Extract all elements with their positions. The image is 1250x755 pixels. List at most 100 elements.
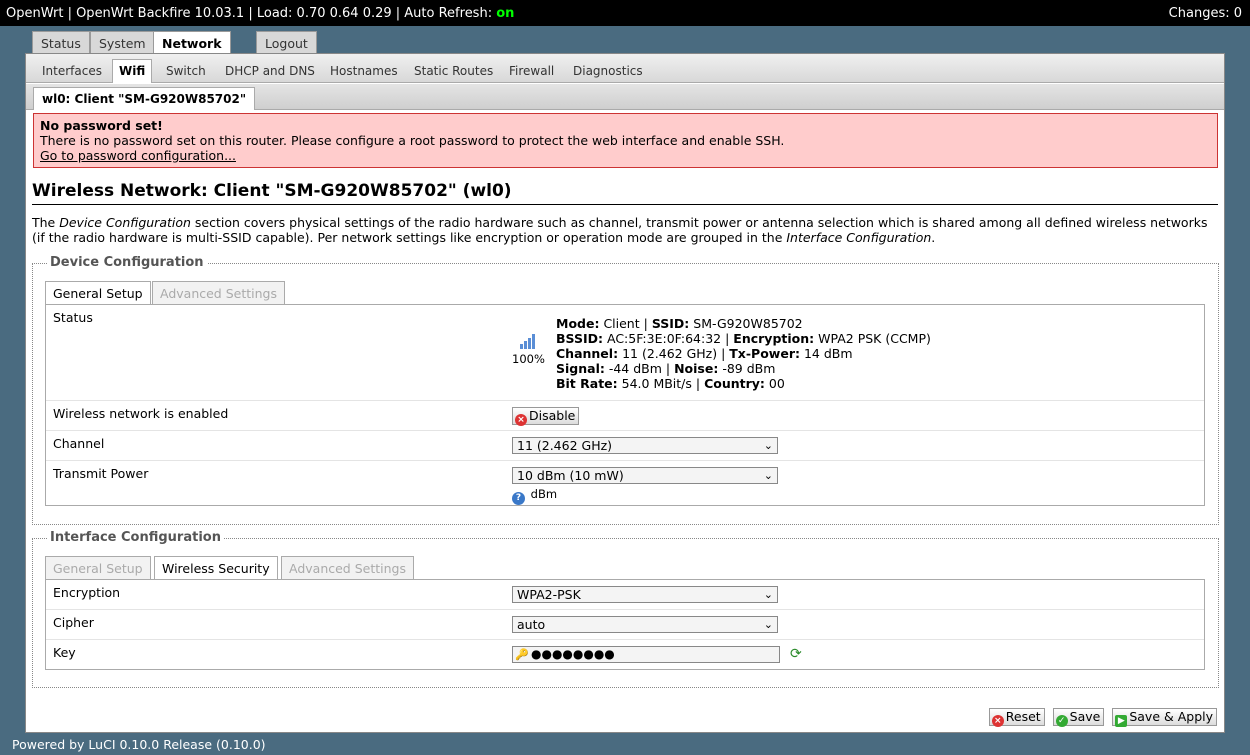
bitrate-label: Bit Rate:: [556, 376, 618, 391]
subtab-diagnostics[interactable]: Diagnostics: [567, 60, 649, 84]
txpower-label: Transmit Power: [53, 466, 149, 481]
tab-wl0[interactable]: wl0: Client "SM-G920W85702": [33, 87, 256, 110]
tab-iface-advanced[interactable]: Advanced Settings: [281, 556, 414, 579]
status-details: Mode: Client | SSID: SM-G920W85702 BSSID…: [556, 316, 931, 391]
tab-status[interactable]: Status: [32, 31, 90, 54]
txpower-status-label: Tx-Power:: [729, 346, 800, 361]
save-icon: ✓: [1055, 715, 1068, 727]
password-config-link[interactable]: Go to password configuration...: [40, 148, 1211, 163]
ssid-value: SM-G920W85702: [693, 316, 803, 331]
tab-device-general[interactable]: General Setup: [45, 281, 151, 305]
subtab-switch[interactable]: Switch: [160, 60, 212, 84]
system-info: OpenWrt | OpenWrt Backfire 10.03.1 | Loa…: [6, 6, 514, 21]
chevron-down-icon: ⌄: [763, 618, 773, 631]
desc-em-device: Device Configuration: [59, 215, 191, 230]
cipher-select[interactable]: auto ⌄: [512, 616, 778, 633]
alert-title: No password set!: [40, 118, 163, 133]
page-title: Wireless Network: Client "SM-G920W85702"…: [32, 181, 1218, 205]
ssid-label: SSID:: [651, 316, 690, 331]
top-status-bar: OpenWrt | OpenWrt Backfire 10.03.1 | Loa…: [0, 0, 1250, 26]
iface-security-panel: Encryption WPA2-PSK ⌄ Cipher auto ⌄ Key 🔑 ●…: [45, 579, 1205, 670]
subtab-wifi[interactable]: Wifi: [112, 59, 153, 83]
save-apply-button[interactable]: ▶ Save & Apply: [1112, 708, 1217, 727]
desc-part-1: The: [32, 215, 60, 230]
subtab-dhcp-dns[interactable]: DHCP and DNS: [219, 60, 321, 84]
encryption-select-value: WPA2-PSK: [517, 587, 581, 602]
tab-device-advanced[interactable]: Advanced Settings: [152, 281, 285, 304]
country-label: Country:: [704, 376, 765, 391]
reset-icon: ×: [991, 715, 1004, 727]
apply-icon: ▶: [1115, 715, 1128, 727]
auto-refresh-toggle[interactable]: on: [496, 6, 514, 21]
save-button[interactable]: ✓ Save: [1052, 708, 1105, 727]
txpower-row: Transmit Power 10 dBm (10 mW) ⌄ ? dBm: [46, 460, 1204, 506]
interface-config-legend: Interface Configuration: [47, 530, 224, 545]
encryption-label: Encryption: [53, 585, 121, 600]
signal-indicator: 100%: [512, 333, 545, 366]
encryption-status-label: Encryption:: [733, 331, 815, 346]
signal-label: Signal:: [556, 361, 605, 376]
noise-label: Noise:: [674, 361, 719, 376]
channel-status-value: 11 (2.462 GHz): [622, 346, 718, 361]
cipher-label: Cipher: [53, 615, 94, 630]
no-password-alert: No password set! There is no password se…: [33, 113, 1218, 168]
chevron-down-icon: ⌄: [763, 439, 773, 452]
device-general-panel: Status 100% Mode: Client | SSID: SM-G920…: [45, 304, 1205, 506]
tab-logout[interactable]: Logout: [256, 31, 317, 54]
signal-value: -44 dBm: [608, 361, 662, 376]
bitrate-value: 54.0 MBit/s: [621, 376, 692, 391]
signal-percent: 100%: [512, 352, 545, 366]
channel-select-value: 11 (2.462 GHz): [517, 438, 613, 453]
desc-part-2: section covers physical settings of the …: [32, 215, 1208, 245]
channel-select[interactable]: 11 (2.462 GHz) ⌄: [512, 437, 778, 454]
txpower-hint-text: dBm: [530, 487, 558, 501]
reveal-password-icon[interactable]: ⟳: [790, 646, 802, 662]
subtab-interfaces[interactable]: Interfaces: [36, 60, 108, 84]
interface-configuration-section: Interface Configuration General Setup Wi…: [32, 530, 1219, 688]
form-actions: × Reset ✓ Save ▶ Save & Apply: [985, 708, 1217, 727]
tab-iface-general[interactable]: General Setup: [45, 556, 151, 579]
subtab-firewall[interactable]: Firewall: [503, 60, 560, 84]
tab-system[interactable]: System: [90, 31, 155, 54]
txpower-select[interactable]: 10 dBm (10 mW) ⌄: [512, 467, 778, 484]
alert-message: There is no password set on this router.…: [40, 133, 785, 148]
tab-iface-security[interactable]: Wireless Security: [154, 556, 278, 580]
disable-icon: ×: [515, 414, 527, 426]
save-apply-label: Save & Apply: [1129, 709, 1213, 724]
subtab-static-routes[interactable]: Static Routes: [408, 60, 499, 84]
noise-value: -89 dBm: [722, 361, 776, 376]
disable-button[interactable]: × Disable: [512, 407, 580, 426]
key-label: Key: [53, 645, 76, 660]
key-input[interactable]: 🔑 ●●●●●●●●: [512, 646, 780, 663]
enabled-row: Wireless network is enabled × Disable: [46, 400, 1204, 430]
encryption-row: Encryption WPA2-PSK ⌄: [46, 580, 1204, 609]
network-submenu: Interfaces Wifi Switch DHCP and DNS Host…: [26, 54, 1224, 83]
subtab-hostnames[interactable]: Hostnames: [324, 60, 404, 84]
encryption-select[interactable]: WPA2-PSK ⌄: [512, 586, 778, 603]
channel-label: Channel: [53, 436, 105, 451]
desc-part-3: .: [931, 230, 936, 245]
bssid-label: BSSID:: [556, 331, 603, 346]
chevron-down-icon: ⌄: [763, 588, 773, 601]
system-info-text: OpenWrt | OpenWrt Backfire 10.03.1 | Loa…: [6, 6, 493, 21]
help-icon: ?: [512, 492, 525, 505]
key-icon: 🔑: [515, 648, 529, 661]
txpower-select-value: 10 dBm (10 mW): [517, 468, 624, 483]
mode-value: Client: [603, 316, 640, 331]
bssid-value: AC:5F:3E:0F:64:32: [606, 331, 722, 346]
tab-network[interactable]: Network: [153, 31, 231, 55]
status-row: Status 100% Mode: Client | SSID: SM-G920…: [46, 305, 1204, 400]
chevron-down-icon: ⌄: [763, 469, 773, 482]
cipher-select-value: auto: [517, 617, 546, 632]
status-label: Status: [53, 310, 93, 325]
enabled-label: Wireless network is enabled: [53, 406, 229, 421]
disable-button-label: Disable: [529, 408, 576, 423]
desc-em-interface: Interface Configuration: [786, 230, 932, 245]
powered-by-footer: Powered by LuCI 0.10.0 Release (0.10.0): [12, 737, 266, 752]
encryption-status-value: WPA2 PSK (CCMP): [818, 331, 931, 346]
country-value: 00: [768, 376, 785, 391]
device-config-legend: Device Configuration: [47, 255, 207, 270]
reset-button[interactable]: × Reset: [988, 708, 1045, 727]
channel-row: Channel 11 (2.462 GHz) ⌄: [46, 430, 1204, 460]
changes-counter[interactable]: Changes: 0: [1169, 6, 1242, 21]
